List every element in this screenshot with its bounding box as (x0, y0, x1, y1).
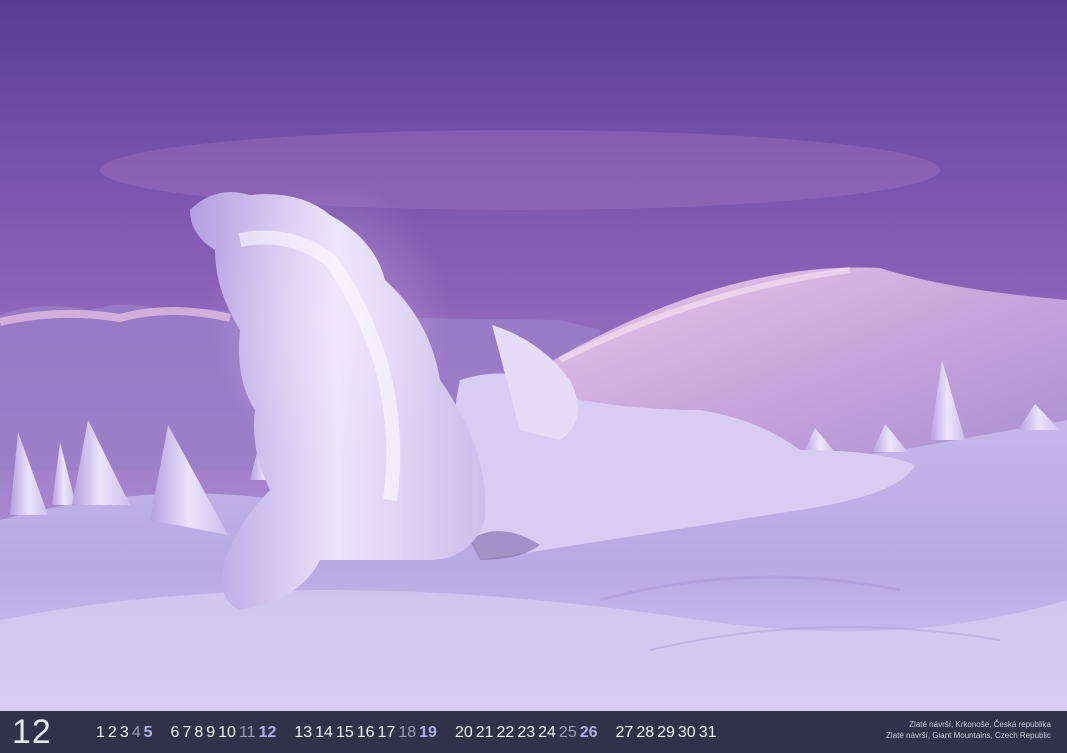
landscape-photo (0, 0, 1067, 711)
day-1: 1 (96, 724, 105, 741)
day-10: 10 (218, 724, 236, 741)
calendar-bar: 12 1 2 3 4 5 6 7 8 9 10 11 12 13 14 15 16 17 18 19 20 21 22 23… (0, 711, 1067, 753)
day-strip: 1 2 3 4 5 6 7 8 9 10 11 12 13 14 15 16 17 18 19 20 21 22 23 24 2… (96, 721, 720, 745)
day-14: 14 (315, 724, 333, 741)
day-11: 11 (238, 724, 256, 741)
photo-caption: Zlaté návrší, Krkonoše, Česká republika … (886, 719, 1051, 741)
day-29: 29 (657, 724, 675, 741)
day-18: 18 (398, 724, 417, 741)
day-13: 13 (294, 724, 313, 741)
day-24: 24 (538, 724, 556, 741)
day-28: 28 (636, 724, 655, 741)
day-30: 30 (677, 724, 696, 741)
day-31: 31 (698, 724, 717, 741)
day-22: 22 (496, 724, 515, 741)
day-25: 25 (558, 724, 577, 741)
day-9: 9 (206, 724, 216, 741)
calendar-page: 12 1 2 3 4 5 6 7 8 9 10 11 12 13 14 15 16 17 18 19 20 21 22 23… (0, 0, 1067, 753)
day-27: 27 (615, 724, 634, 741)
day-6: 6 (170, 724, 180, 741)
day-23: 23 (517, 724, 536, 741)
day-15: 15 (335, 724, 354, 741)
day-17: 17 (377, 724, 396, 741)
day-21: 21 (475, 724, 494, 741)
day-5: 5 (143, 724, 153, 741)
day-26: 26 (579, 724, 598, 741)
day-2: 2 (107, 724, 117, 741)
day-3: 3 (119, 724, 129, 741)
day-20: 20 (454, 724, 473, 741)
day-8: 8 (194, 724, 204, 741)
day-19: 19 (419, 724, 437, 741)
caption-line-2: Zlaté návrší, Giant Mountains, Czech Rep… (886, 731, 1051, 740)
day-16: 16 (356, 724, 375, 741)
month-number: 12 (12, 713, 52, 751)
day-12: 12 (258, 724, 277, 741)
caption-line-1: Zlaté návrší, Krkonoše, Česká republika (909, 720, 1051, 729)
day-7: 7 (182, 724, 192, 741)
day-4: 4 (131, 724, 141, 741)
